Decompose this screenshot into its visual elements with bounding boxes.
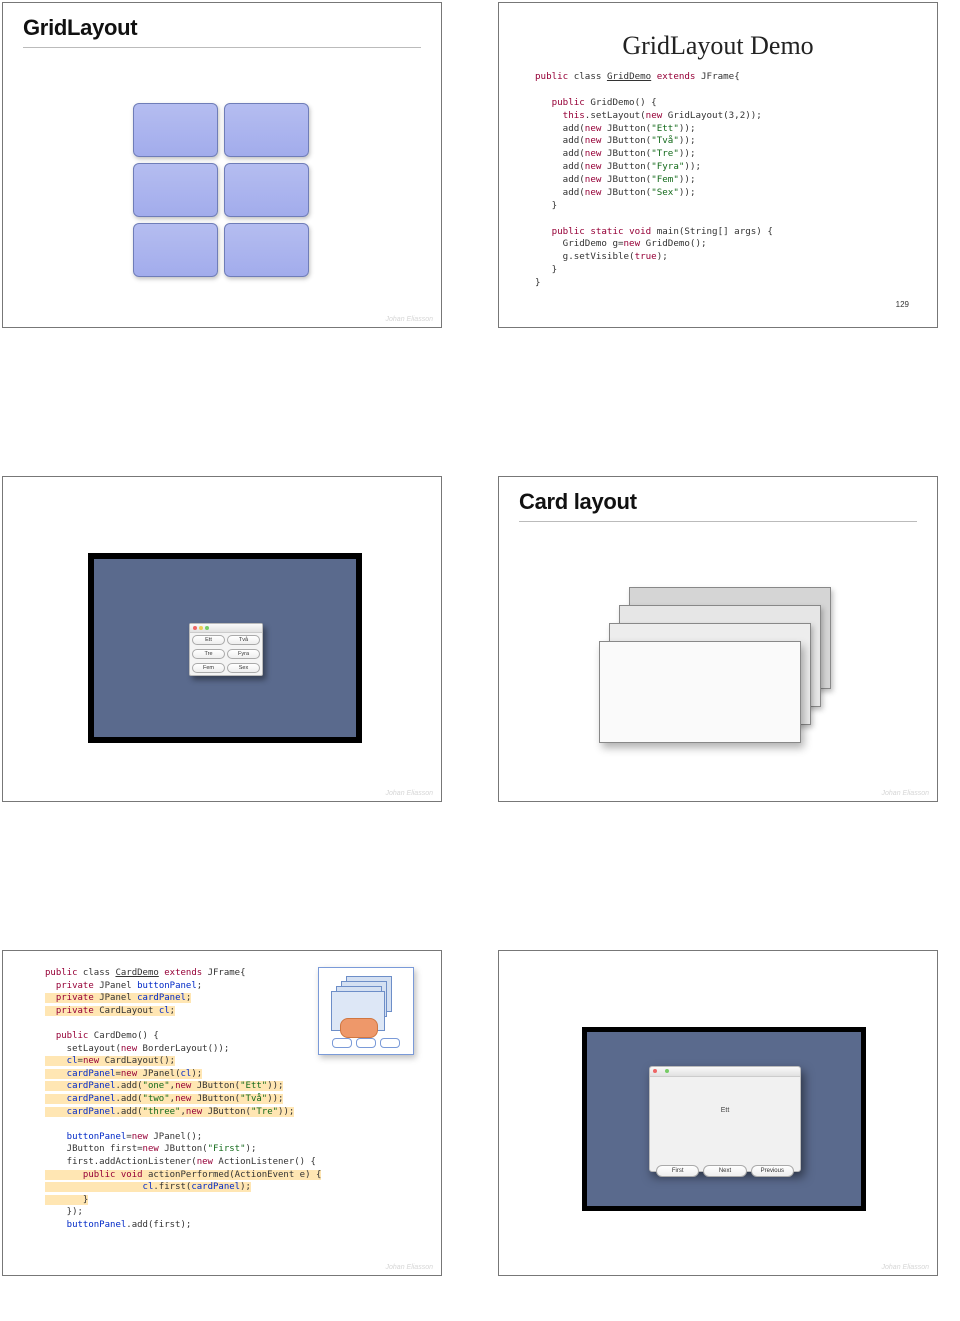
card-stack — [599, 587, 829, 747]
card-front — [599, 641, 801, 743]
grid-button[interactable]: Tre — [192, 649, 225, 659]
grid-cell — [133, 103, 218, 157]
titlebar — [190, 624, 262, 633]
minimize-icon — [199, 626, 203, 630]
titlebar — [650, 1067, 800, 1077]
author-credit: Johan Eliasson — [882, 790, 929, 797]
author-credit: Johan Eliasson — [882, 1264, 929, 1271]
slide-card-window: Ett First Next Previous Johan Eliasson — [498, 950, 938, 1276]
close-icon — [653, 1069, 657, 1073]
card-window: Ett First Next Previous — [649, 1066, 801, 1172]
first-button[interactable]: First — [656, 1165, 699, 1177]
close-icon — [193, 626, 197, 630]
author-credit: Johan Eliasson — [386, 790, 433, 797]
next-button[interactable]: Next — [703, 1165, 746, 1177]
slide-cardlayout: Card layout Johan Eliasson — [498, 476, 938, 802]
grid-demo — [133, 103, 309, 277]
grid-cell — [133, 163, 218, 217]
page-number: 129 — [896, 300, 909, 309]
grid-button[interactable]: Fem — [192, 663, 225, 673]
author-credit: Johan Eliasson — [386, 1264, 433, 1271]
desktop-frame: Ett First Next Previous — [582, 1027, 866, 1211]
slide-grid-window: Ett Två Tre Fyra Fem Sex Johan Eliasson — [2, 476, 442, 802]
slide-carddemo-code: public class CardDemo extends JFrame{ pr… — [2, 950, 442, 1276]
zoom-icon — [665, 1069, 669, 1073]
diagram-nav-icon — [332, 1038, 352, 1048]
grid-button[interactable]: Två — [227, 635, 260, 645]
grid-cell — [224, 163, 309, 217]
slide-title: GridLayout Demo — [499, 3, 937, 71]
cardlayout-diagram-icon — [318, 967, 414, 1055]
diagram-button-icon — [340, 1018, 378, 1038]
code-block: public class GridDemo extends JFrame{ pu… — [535, 71, 901, 290]
grid-window: Ett Två Tre Fyra Fem Sex — [189, 623, 263, 676]
diagram-card-front — [331, 991, 385, 1031]
grid-cell — [224, 103, 309, 157]
slide-gridlayout-demo: GridLayout Demo public class GridDemo ex… — [498, 2, 938, 328]
grid-button[interactable]: Fyra — [227, 649, 260, 659]
desktop-frame: Ett Två Tre Fyra Fem Sex — [88, 553, 362, 743]
card-content[interactable]: Ett — [650, 1077, 800, 1163]
diagram-nav-icon — [356, 1038, 376, 1048]
grid-button[interactable]: Sex — [227, 663, 260, 673]
author-credit: Johan Eliasson — [386, 316, 433, 323]
grid-cell — [133, 223, 218, 277]
diagram-nav-icon — [380, 1038, 400, 1048]
grid-button[interactable]: Ett — [192, 635, 225, 645]
slide-title: Card layout — [519, 477, 917, 522]
slide-title: GridLayout — [23, 3, 421, 48]
previous-button[interactable]: Previous — [751, 1165, 794, 1177]
grid-cell — [224, 223, 309, 277]
slide-gridlayout: GridLayout Johan Eliasson — [2, 2, 442, 328]
zoom-icon — [205, 626, 209, 630]
